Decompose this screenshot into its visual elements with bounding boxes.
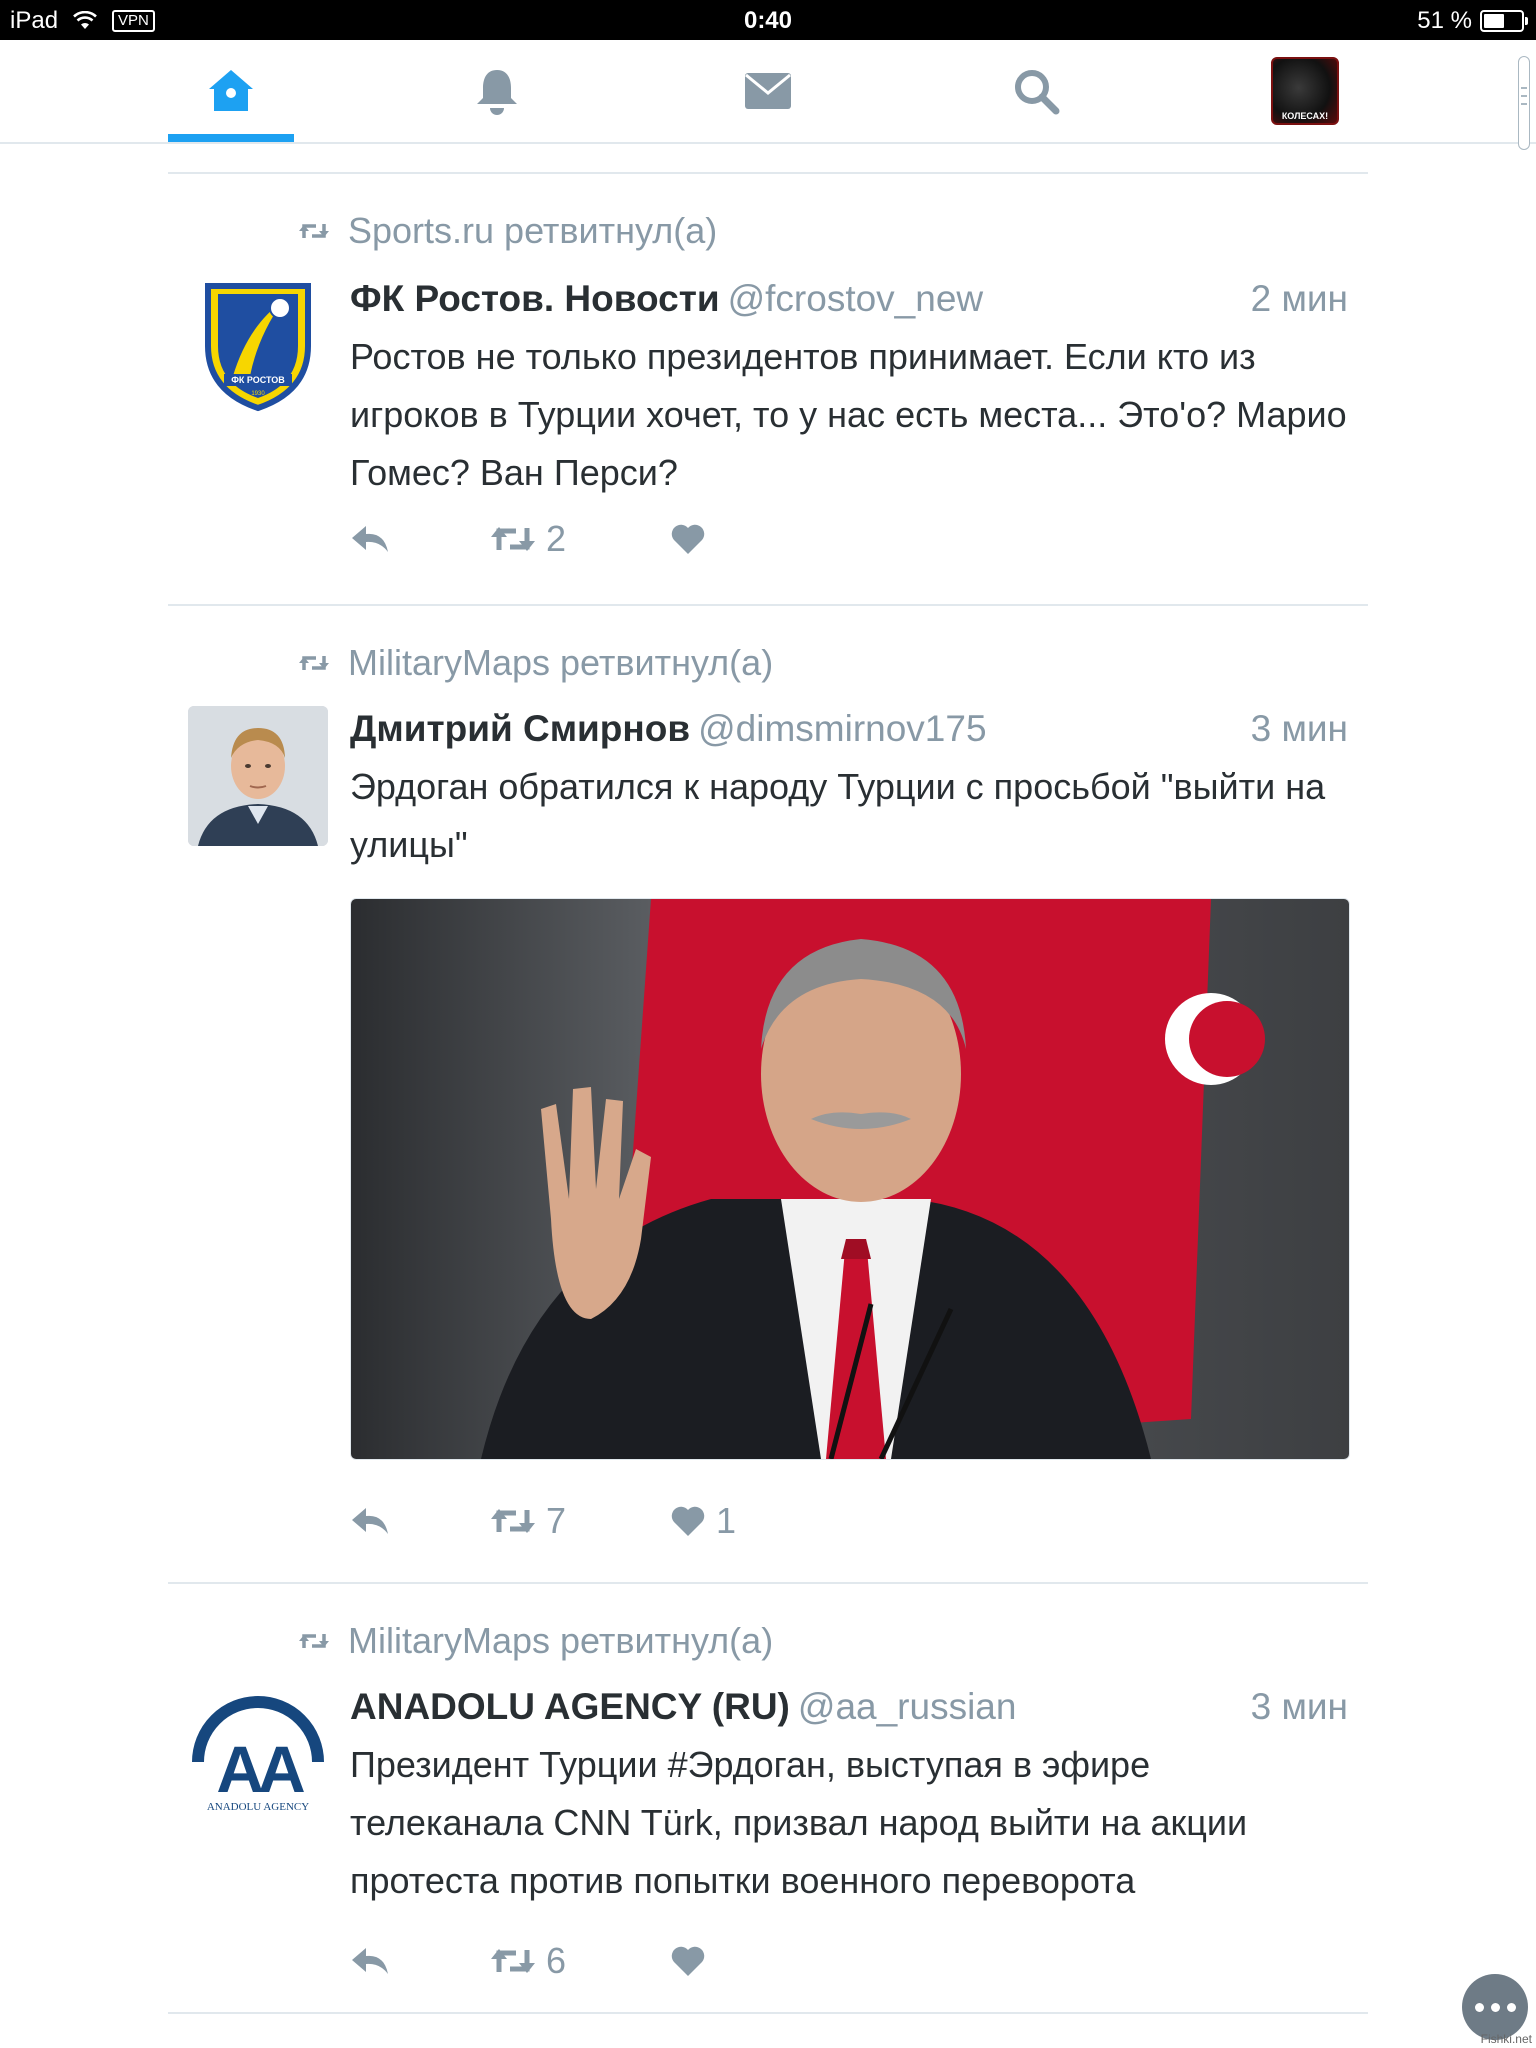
heart-icon	[671, 1506, 705, 1536]
home-icon	[209, 70, 253, 111]
envelope-icon	[745, 73, 791, 109]
retweet-context: MilitaryMaps ретвитнул(а)	[298, 642, 773, 684]
timestamp: 2 мин	[1250, 278, 1348, 319]
reply-button[interactable]	[350, 524, 490, 554]
battery-level	[1484, 14, 1505, 28]
display-name[interactable]: Дмитрий Смирнов	[350, 708, 690, 749]
like-button[interactable]	[670, 523, 716, 555]
tweet-actions: 2	[350, 518, 716, 560]
retweet-button[interactable]: 7	[490, 1500, 670, 1542]
dot-icon	[1490, 2002, 1500, 2012]
tab-notifications[interactable]	[434, 40, 560, 142]
tab-messages[interactable]	[705, 40, 831, 142]
retweet-small-icon	[299, 1634, 329, 1648]
retweet-small-icon	[299, 224, 329, 238]
anadolu-agency-logo[interactable]: AA ANADOLU AGENCY	[188, 1684, 328, 1824]
retweet-icon	[491, 527, 535, 551]
like-count: 1	[716, 1500, 737, 1541]
profile-avatar-label: КОЛЕСАХ!	[1281, 111, 1329, 121]
tweet-card[interactable]: Sports.ru ретвитнул(а) ФК РОСТОВ 1930 ФК…	[168, 174, 1368, 604]
tweet-actions: 6	[350, 1940, 716, 1982]
tweet-header: ФК Ростов. Новости @fcrostov_new 2 мин	[350, 278, 1348, 320]
scrollbar[interactable]	[1518, 56, 1530, 150]
logo-text: ФК РОСТОВ	[231, 375, 285, 385]
retweet-small-icon	[299, 656, 329, 670]
tab-home[interactable]	[168, 40, 294, 142]
reply-button[interactable]	[350, 1946, 490, 1976]
tab-profile[interactable]: КОЛЕСАХ!	[1242, 40, 1368, 142]
tweet-text: Ростов не только президентов принимает. …	[350, 336, 1347, 493]
dot-icon	[1474, 2002, 1484, 2012]
tweet-header: Дмитрий Смирнов @dimsmirnov175 3 мин	[350, 708, 1348, 750]
reply-icon	[352, 1948, 388, 1974]
top-nav: КОЛЕСАХ!	[0, 40, 1536, 144]
tweet-media-photo[interactable]	[350, 898, 1350, 1460]
user-photo[interactable]	[188, 706, 328, 846]
tweet-card[interactable]: MilitaryMaps ретвитнул(а) AA ANADOLU AGE…	[168, 1584, 1368, 2012]
reply-icon	[352, 526, 388, 552]
dot-icon	[1506, 2002, 1516, 2012]
retweet-count: 7	[546, 1500, 567, 1541]
search-icon	[1015, 70, 1060, 115]
watermark: Fishki.net	[1480, 2032, 1532, 2046]
fc-rostov-logo[interactable]: ФК РОСТОВ 1930	[188, 276, 328, 416]
clock: 0:40	[743, 7, 793, 34]
battery-icon	[1480, 10, 1528, 32]
heart-icon	[671, 524, 705, 554]
reply-icon	[352, 1508, 388, 1534]
heart-icon	[671, 1946, 705, 1976]
retweet-button[interactable]: 6	[490, 1940, 670, 1982]
retweet-context: Sports.ru ретвитнул(а)	[298, 210, 717, 252]
logo-text: ANADOLU AGENCY	[207, 1801, 309, 1813]
divider	[168, 2012, 1368, 2014]
timestamp: 3 мин	[1250, 1686, 1348, 1727]
tweet-header: ANADOLU AGENCY (RU) @aa_russian 3 мин	[350, 1686, 1348, 1728]
retweet-count: 6	[546, 1940, 567, 1981]
handle[interactable]: @fcrostov_new	[728, 278, 984, 319]
tweet-text: Эрдоган обратился к народу Турции с прос…	[350, 766, 1326, 865]
display-name[interactable]: ФК Ростов. Новости	[350, 278, 720, 319]
retweeted-by[interactable]: MilitaryMaps ретвитнул(а)	[348, 1620, 773, 1662]
retweet-context: MilitaryMaps ретвитнул(а)	[298, 1620, 773, 1662]
like-button[interactable]	[670, 1945, 716, 1977]
battery-percent: 51 %	[1417, 7, 1472, 34]
tab-search[interactable]	[973, 40, 1099, 142]
logo-year: 1930	[251, 391, 265, 397]
reply-button[interactable]	[350, 1506, 490, 1536]
display-name[interactable]: ANADOLU AGENCY (RU)	[350, 1686, 790, 1727]
tweet-card[interactable]: MilitaryMaps ретвитнул(а) Дмитрий Смирно…	[168, 606, 1368, 1580]
like-button[interactable]: 1	[670, 1500, 736, 1542]
retweet-button[interactable]: 2	[490, 518, 670, 560]
handle[interactable]: @aa_russian	[798, 1686, 1017, 1727]
timestamp: 3 мин	[1250, 708, 1348, 749]
retweeted-by[interactable]: MilitaryMaps ретвитнул(а)	[348, 642, 773, 684]
handle[interactable]: @dimsmirnov175	[698, 708, 986, 749]
retweet-icon	[491, 1949, 535, 1973]
tweet-actions: 7 1	[350, 1500, 736, 1542]
tweet-text: Президент Турции #Эрдоган, выступая в эф…	[350, 1744, 1248, 1901]
logo-mark: AA	[216, 1732, 304, 1806]
retweet-count: 2	[546, 518, 567, 559]
retweet-icon	[491, 1509, 535, 1533]
status-bar: iPad VPN 0:40 51 %	[0, 0, 1536, 40]
profile-avatar: КОЛЕСАХ!	[1271, 57, 1339, 125]
bell-icon	[477, 70, 517, 115]
more-options-button[interactable]	[1462, 1974, 1528, 2040]
retweeted-by[interactable]: Sports.ru ретвитнул(а)	[348, 210, 717, 252]
